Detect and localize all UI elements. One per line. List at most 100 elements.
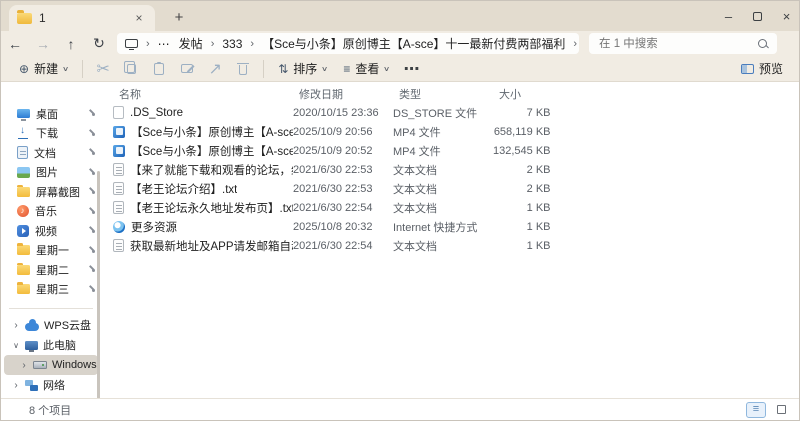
sidebar-item-wps-cloud[interactable]: › WPS云盘 (4, 315, 98, 335)
view-button[interactable]: ≡ 查看 ∨ (335, 57, 397, 81)
sidebar-item-label: 星期二 (36, 262, 82, 278)
sidebar-item-label: 此电脑 (43, 337, 98, 353)
tab-bar: 1 × + – × (1, 1, 800, 31)
chevron-right-icon[interactable]: › (12, 380, 20, 391)
chevron-right-icon: › (211, 38, 215, 50)
file-icon (113, 182, 124, 195)
new-tab-button[interactable]: + (167, 5, 191, 29)
column-header-date[interactable]: 修改日期 (299, 86, 399, 102)
column-header-type[interactable]: 类型 (399, 86, 499, 102)
search-input[interactable] (597, 37, 757, 51)
file-size: 658,119 KB (493, 126, 800, 138)
column-headers: 名称 修改日期 类型 大小 (101, 85, 800, 103)
breadcrumb-segment[interactable]: 发帖 (179, 35, 203, 52)
command-bar: ⊕ 新建 ∨ ✂ ↗ ⇅ 排序 ∨ ≡ 查看 ∨ ⋯ 预览 (1, 56, 800, 82)
cut-button[interactable]: ✂ (89, 57, 117, 81)
paste-button[interactable] (145, 57, 173, 81)
share-button[interactable]: ↗ (201, 57, 229, 81)
new-button[interactable]: ⊕ 新建 ∨ (11, 57, 76, 81)
sidebar-item-this-pc[interactable]: ∨ 此电脑 (4, 335, 98, 355)
sidebar-item-documents[interactable]: 文档 (1, 143, 101, 163)
main-content: 桌面 下载 文档 图片 (1, 83, 800, 400)
delete-button[interactable] (229, 57, 257, 81)
file-row[interactable]: 获取最新地址及APP请发邮箱自动获取.txt 2021/6/30 22:54 文… (101, 236, 800, 255)
details-view-button[interactable]: ≡ (746, 402, 766, 418)
sidebar-scrollbar[interactable] (97, 171, 100, 399)
chevron-right-icon[interactable]: › (12, 320, 20, 331)
file-row[interactable]: 更多资源 2025/10/8 20:32 Internet 快捷方式 1 KB (101, 217, 800, 236)
sidebar-item-downloads[interactable]: 下载 (1, 124, 101, 144)
chevron-right-icon: › (250, 38, 254, 50)
pin-icon (88, 187, 97, 196)
file-row[interactable]: 【Sce与小条】原创博主【A-sce】十一最新付... 2025/10/9 20… (101, 141, 800, 160)
chevron-down-icon[interactable]: ∨ (12, 341, 20, 350)
sidebar-item-music[interactable]: 音乐 (1, 202, 101, 222)
pin-icon (88, 226, 97, 235)
sidebar-item-network[interactable]: › 网络 (4, 375, 98, 395)
large-icons-view-button[interactable] (771, 402, 791, 418)
back-button[interactable]: ← (1, 33, 29, 55)
file-row[interactable]: 【老王论坛介绍】.txt 2021/6/30 22:53 文本文档 2 KB (101, 179, 800, 198)
sidebar-separator (9, 308, 93, 309)
refresh-button[interactable]: ↻ (85, 33, 113, 55)
file-row[interactable]: 【来了就能下载和观看的论坛，纯免费！】.txt 2021/6/30 22:53 … (101, 160, 800, 179)
file-type: MP4 文件 (393, 143, 493, 159)
preview-toggle-button[interactable]: 预览 (733, 57, 791, 81)
sidebar-item-pictures[interactable]: 图片 (1, 163, 101, 183)
rename-button[interactable] (173, 57, 201, 81)
preview-pane-icon (741, 64, 754, 74)
tab-close-icon[interactable]: × (131, 11, 147, 25)
sort-button[interactable]: ⇅ 排序 ∨ (270, 57, 335, 81)
search-icon (757, 38, 769, 50)
breadcrumb-segment[interactable]: 【Sce与小条】原创博主【A-sce】十一最新付费两部福利 (262, 35, 565, 52)
sidebar-item-label: 星期三 (36, 281, 82, 297)
toolbar-divider (82, 60, 83, 78)
file-row[interactable]: 【Sce与小条】原创博主【A-sce】十一最新付... 2025/10/9 20… (101, 122, 800, 141)
pin-icon (88, 265, 97, 274)
tab-folder-1[interactable]: 1 × (9, 5, 155, 31)
window-controls: – × (714, 1, 800, 31)
sidebar-item-windows-ssd[interactable]: › Windows-SSD (4, 355, 98, 375)
paste-icon (154, 63, 164, 75)
breadcrumb-overflow-button[interactable]: ⋯ (158, 37, 171, 51)
file-type: 文本文档 (393, 181, 493, 197)
chevron-down-icon: ∨ (321, 65, 328, 73)
file-date: 2025/10/9 20:52 (293, 145, 393, 157)
file-icon (113, 145, 125, 157)
sidebar-item-tuesday[interactable]: 星期二 (1, 260, 101, 280)
file-type: 文本文档 (393, 238, 493, 254)
breadcrumb-segment[interactable]: 333 (222, 37, 242, 51)
sidebar-item-desktop[interactable]: 桌面 (1, 104, 101, 124)
sidebar-item-videos[interactable]: 视频 (1, 221, 101, 241)
documents-icon (17, 146, 28, 159)
breadcrumb[interactable]: › ⋯ 发帖 › 333 › 【Sce与小条】原创博主【A-sce】十一最新付费… (117, 33, 579, 54)
file-row[interactable]: .DS_Store 2020/10/15 23:36 DS_STORE 文件 7… (101, 103, 800, 122)
chevron-right-icon[interactable]: › (20, 360, 28, 371)
more-options-button[interactable]: ⋯ (398, 57, 426, 81)
desktop-icon (17, 109, 30, 118)
maximize-icon (753, 12, 762, 21)
sidebar-item-label: 文档 (34, 145, 82, 161)
sidebar-item-screenshots[interactable]: 屏幕截图 (1, 182, 101, 202)
file-icon (113, 163, 124, 176)
minimize-button[interactable]: – (714, 1, 743, 31)
sidebar-item-monday[interactable]: 星期一 (1, 241, 101, 261)
view-lines-icon: ≡ (343, 62, 350, 76)
file-explorer-window: 1 × + – × ← → ↑ ↻ › ⋯ 发帖 › 333 › 【Sce与小条… (0, 0, 800, 421)
file-icon (113, 201, 124, 214)
sidebar-item-label: 下载 (36, 125, 82, 141)
up-button[interactable]: ↑ (57, 33, 85, 55)
file-date: 2021/6/30 22:53 (293, 164, 393, 176)
sidebar-item-wednesday[interactable]: 星期三 (1, 280, 101, 300)
close-button[interactable]: × (772, 1, 800, 31)
forward-button[interactable]: → (29, 33, 57, 55)
maximize-button[interactable] (743, 1, 772, 31)
column-header-name[interactable]: 名称 (119, 86, 299, 102)
column-header-size[interactable]: 大小 (499, 86, 800, 102)
file-name: 【Sce与小条】原创博主【A-sce】十一最新付... (131, 124, 293, 140)
rename-icon (181, 64, 193, 73)
copy-button[interactable] (117, 57, 145, 81)
file-list: 名称 修改日期 类型 大小 .DS_Store 2020/10/15 23:36… (101, 83, 800, 400)
network-icon (25, 380, 38, 391)
file-row[interactable]: 【老王论坛永久地址发布页】.txt 2021/6/30 22:54 文本文档 1… (101, 198, 800, 217)
